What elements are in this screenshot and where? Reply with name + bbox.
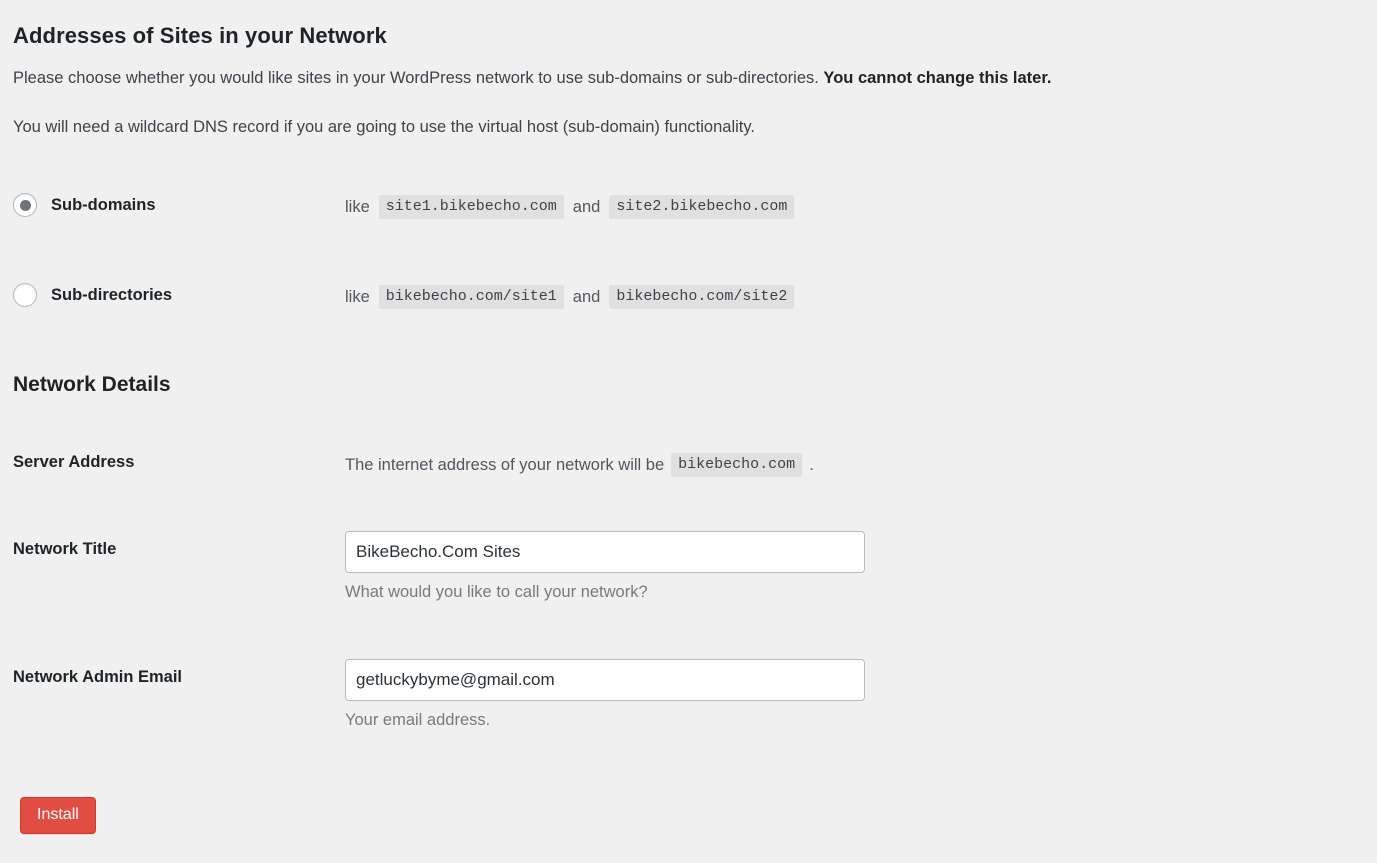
intro-paragraph-2-wrapper: You will need a wildcard DNS record if y…: [13, 115, 755, 140]
network-title-input[interactable]: [345, 531, 865, 573]
example-subdirectories-2: bikebecho.com/site2: [609, 285, 795, 309]
radio-subdomains-label: Sub-domains: [51, 195, 156, 214]
server-address-text-before: The internet address of your network wil…: [345, 455, 665, 474]
like-label-subdirectories: like: [345, 287, 370, 306]
server-address-text-after: .: [809, 455, 814, 474]
intro-paragraph-2: You will need a wildcard DNS record if y…: [13, 118, 755, 136]
server-address-value: The internet address of your network wil…: [345, 453, 1353, 477]
server-address-domain: bikebecho.com: [671, 453, 803, 477]
network-admin-email-value-cell: Your email address.: [345, 659, 1353, 730]
example-subdirectories: like bikebecho.com/site1 and bikebecho.c…: [345, 283, 795, 309]
network-admin-email-description: Your email address.: [345, 711, 491, 729]
network-details-heading: Network Details: [13, 373, 171, 396]
server-address-label: Server Address: [13, 453, 135, 471]
example-subdomains-1: site1.bikebecho.com: [378, 195, 564, 219]
network-title-label: Network Title: [13, 540, 117, 558]
network-admin-email-input[interactable]: [345, 659, 865, 701]
intro-paragraph-1-text: Please choose whether you would like sit…: [13, 69, 824, 87]
example-subdomains-2: site2.bikebecho.com: [609, 195, 795, 219]
network-title-description: What would you like to call your network…: [345, 583, 648, 601]
option-row-subdirectories: Sub-directories like bikebecho.com/site1…: [13, 283, 1353, 309]
page-title: Addresses of Sites in your Network: [13, 23, 387, 48]
intro-paragraph-1-wrapper: Please choose whether you would like sit…: [13, 66, 1051, 91]
and-label-subdirectories: and: [572, 287, 601, 306]
network-admin-email-row: Network Admin Email Your email address.: [13, 659, 1353, 730]
network-details-heading-wrapper: Network Details: [13, 371, 171, 398]
intro-paragraph-1-warning: You cannot change this later.: [823, 69, 1052, 87]
install-button[interactable]: Install: [20, 797, 96, 834]
radio-subdirectories-label: Sub-directories: [51, 285, 173, 304]
radio-option-subdirectories[interactable]: Sub-directories: [13, 283, 345, 307]
example-subdomains: like site1.bikebecho.com and site2.bikeb…: [345, 193, 795, 219]
network-title-row: Network Title What would you like to cal…: [13, 531, 1353, 602]
example-subdirectories-1: bikebecho.com/site1: [378, 285, 564, 309]
network-title-value-cell: What would you like to call your network…: [345, 531, 1353, 602]
server-address-row: Server Address The internet address of y…: [13, 453, 1353, 477]
network-setup-page: Addresses of Sites in your Network Pleas…: [0, 0, 1377, 863]
page-title-wrapper: Addresses of Sites in your Network: [13, 10, 387, 51]
server-address-value-cell: The internet address of your network wil…: [345, 453, 1353, 477]
install-button-wrapper: Install: [20, 797, 96, 834]
network-admin-email-label: Network Admin Email: [13, 668, 183, 686]
like-label-subdomains: like: [345, 197, 370, 216]
radio-option-subdomains[interactable]: Sub-domains: [13, 193, 345, 217]
and-label-subdomains: and: [572, 197, 601, 216]
radio-subdirectories-icon[interactable]: [13, 283, 37, 307]
radio-subdomains-icon[interactable]: [13, 193, 37, 217]
option-row-subdomains: Sub-domains like site1.bikebecho.com and…: [13, 193, 1353, 219]
intro-paragraph-1: Please choose whether you would like sit…: [13, 66, 1051, 91]
